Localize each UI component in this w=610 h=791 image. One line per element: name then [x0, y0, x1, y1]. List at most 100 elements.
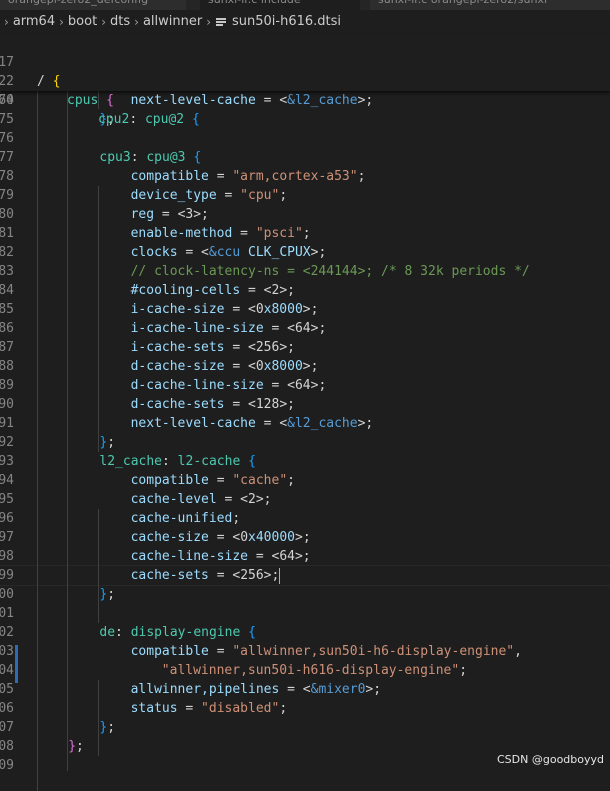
breadcrumb-item-allwinner[interactable]: allwinner: [143, 10, 202, 34]
line-number: 82: [0, 245, 14, 260]
code-text: de: display-engine {: [99, 625, 256, 640]
line-number: 103: [0, 644, 14, 659]
code-line[interactable]: 91 next-level-cache = <&l2_cache>;: [0, 414, 610, 433]
code-line[interactable]: 76: [0, 129, 610, 148]
code-line[interactable]: 95 cache-level = <2>;: [0, 490, 610, 509]
code-line[interactable]: 86 i-cache-line-size = <64>;: [0, 319, 610, 338]
line-number: 108: [0, 739, 14, 754]
code-text: d-cache-size = <0x8000>;: [130, 359, 319, 374]
code-text: };: [99, 720, 116, 735]
code-text: device_type = "cpu";: [130, 188, 288, 203]
code-text: next-level-cache = <&l2_cache>;: [130, 416, 374, 431]
code-text: i-cache-sets = <256>;: [130, 340, 295, 355]
sticky-scroll-header[interactable]: 17 / { 22 cpus { 60 cpu2: cpu@2 {: [0, 34, 610, 127]
line-number: 89: [0, 378, 14, 393]
code-line[interactable]: 89 d-cache-line-size = <64>;: [0, 376, 610, 395]
chevron-right-icon: ›: [4, 15, 9, 29]
indent-guide: [98, 680, 99, 756]
code-line[interactable]: 87 i-cache-sets = <256>;: [0, 338, 610, 357]
line-number: 107: [0, 720, 14, 735]
code-line[interactable]: 99 cache-sets = <256>;: [0, 565, 610, 586]
sticky-line[interactable]: 22 cpus {: [0, 53, 610, 108]
line-number: 106: [0, 701, 14, 716]
breadcrumb-item-boot[interactable]: boot: [68, 10, 97, 34]
code-line[interactable]: 103 compatible = "allwinner,sun50i-h6-dis…: [0, 642, 610, 661]
line-number: 91: [0, 416, 14, 431]
tab-sunxi-ir-include[interactable]: sunxi-ir.c include: [200, 0, 360, 10]
indent-guide: [98, 186, 99, 452]
code-line[interactable]: 82 clocks = <&ccu CLK_CPUX>;: [0, 243, 610, 262]
chevron-right-icon: ›: [134, 15, 139, 29]
line-number: 99: [0, 568, 14, 583]
code-line[interactable]: 107};: [0, 718, 610, 737]
code-line[interactable]: 98 cache-line-size = <64>;: [0, 547, 610, 566]
line-number: 90: [0, 397, 14, 412]
code-line[interactable]: 88 d-cache-size = <0x8000>;: [0, 357, 610, 376]
code-line[interactable]: 101: [0, 604, 610, 623]
code-text: d-cache-line-size = <64>;: [130, 378, 327, 393]
code-text: d-cache-sets = <128>;: [130, 397, 295, 412]
breadcrumb-file[interactable]: sun50i-h616.dtsi: [232, 10, 341, 34]
code-text: compatible = "cache";: [130, 473, 295, 488]
line-number: 81: [0, 226, 14, 241]
line-number: 105: [0, 682, 14, 697]
line-number: 93: [0, 454, 14, 469]
line-number: 94: [0, 473, 14, 488]
code-line[interactable]: 78 compatible = "arm,cortex-a53";: [0, 167, 610, 186]
code-text: // clock-latency-ns = <244144>; /* 8 32k…: [130, 264, 530, 279]
code-text: compatible = "arm,cortex-a53";: [130, 169, 366, 184]
indent-guide: [67, 91, 68, 771]
modified-lines-gutter-mark: [15, 645, 18, 683]
code-line[interactable]: 85 i-cache-size = <0x8000>;: [0, 300, 610, 319]
code-line[interactable]: 84 #cooling-cells = <2>;: [0, 281, 610, 300]
code-line[interactable]: 77 cpu3: cpu@3 {: [0, 148, 610, 167]
code-text: status = "disabled";: [130, 701, 288, 716]
watermark: CSDN @goodboyyd: [497, 753, 604, 766]
code-line[interactable]: 97 cache-size = <0x40000>;: [0, 528, 610, 547]
code-text: reg = <3>;: [130, 207, 209, 222]
code-line[interactable]: 80 reg = <3>;: [0, 205, 610, 224]
code-text: i-cache-line-size = <64>;: [130, 321, 327, 336]
code-text: cache-level = <2>;: [130, 492, 272, 507]
code-text: next-level-cache = <&l2_cache>;: [130, 93, 374, 108]
code-line[interactable]: 100};: [0, 585, 610, 604]
code-line[interactable]: 102 de: display-engine {: [0, 623, 610, 642]
code-text: cache-size = <0x40000>;: [130, 530, 311, 545]
indent-guide: [37, 91, 38, 791]
code-line[interactable]: 106 status = "disabled";: [0, 699, 610, 718]
code-line[interactable]: 75};: [0, 110, 610, 129]
breadcrumb-item-dts[interactable]: dts: [110, 10, 130, 34]
code-text: cache-sets = <256>;: [130, 567, 281, 584]
code-text: cpu3: cpu@3 {: [99, 150, 202, 165]
tab-sunxi-ir-orangepi[interactable]: sunxi-ir.c orangepi-zero2/sunxi: [370, 0, 610, 10]
code-text: cache-unified;: [130, 511, 241, 526]
code-line[interactable]: 105 allwinner,pipelines = <&mixer0>;: [0, 680, 610, 699]
tab-defconfig[interactable]: orangepi-zero2_defconfig: [0, 0, 186, 10]
code-line[interactable]: 79 device_type = "cpu";: [0, 186, 610, 205]
code-line[interactable]: 81 enable-method = "psci";: [0, 224, 610, 243]
line-number: 96: [0, 511, 14, 526]
code-text: };: [99, 587, 116, 602]
line-number: 88: [0, 359, 14, 374]
code-line[interactable]: 94 compatible = "cache";: [0, 471, 610, 490]
code-line[interactable]: 92};: [0, 433, 610, 452]
code-text: };: [99, 435, 116, 450]
code-text: compatible = "allwinner,sun50i-h6-displa…: [130, 644, 522, 659]
indent-guide: [98, 509, 99, 623]
code-line[interactable]: 90 d-cache-sets = <128>;: [0, 395, 610, 414]
sticky-line[interactable]: 60 cpu2: cpu@2 {: [0, 72, 610, 127]
line-number: 84: [0, 283, 14, 298]
code-line[interactable]: 83 // clock-latency-ns = <244144>; /* 8 3…: [0, 262, 610, 281]
code-line[interactable]: 93 l2_cache: l2-cache {: [0, 452, 610, 471]
breadcrumb: › arm64 › boot › dts › allwinner › sun50i-h616.dt…: [0, 10, 610, 34]
breadcrumb-item-arm64[interactable]: arm64: [13, 10, 55, 34]
code-editor[interactable]: 17 / { 22 cpus { 60 cpu2: cpu@2 { 74 next…: [0, 34, 610, 791]
code-line[interactable]: 104 "allwinner,sun50i-h616-display-engine…: [0, 661, 610, 680]
code-text: clocks = <&ccu CLK_CPUX>;: [130, 245, 327, 260]
code-text: cpu2: cpu@2 {: [98, 112, 200, 127]
code-text: allwinner,pipelines = <&mixer0>;: [130, 682, 382, 697]
line-number: 87: [0, 340, 14, 355]
line-number: 102: [0, 625, 14, 640]
sticky-line[interactable]: 17 / {: [0, 34, 610, 89]
code-line[interactable]: 96 cache-unified;: [0, 509, 610, 528]
